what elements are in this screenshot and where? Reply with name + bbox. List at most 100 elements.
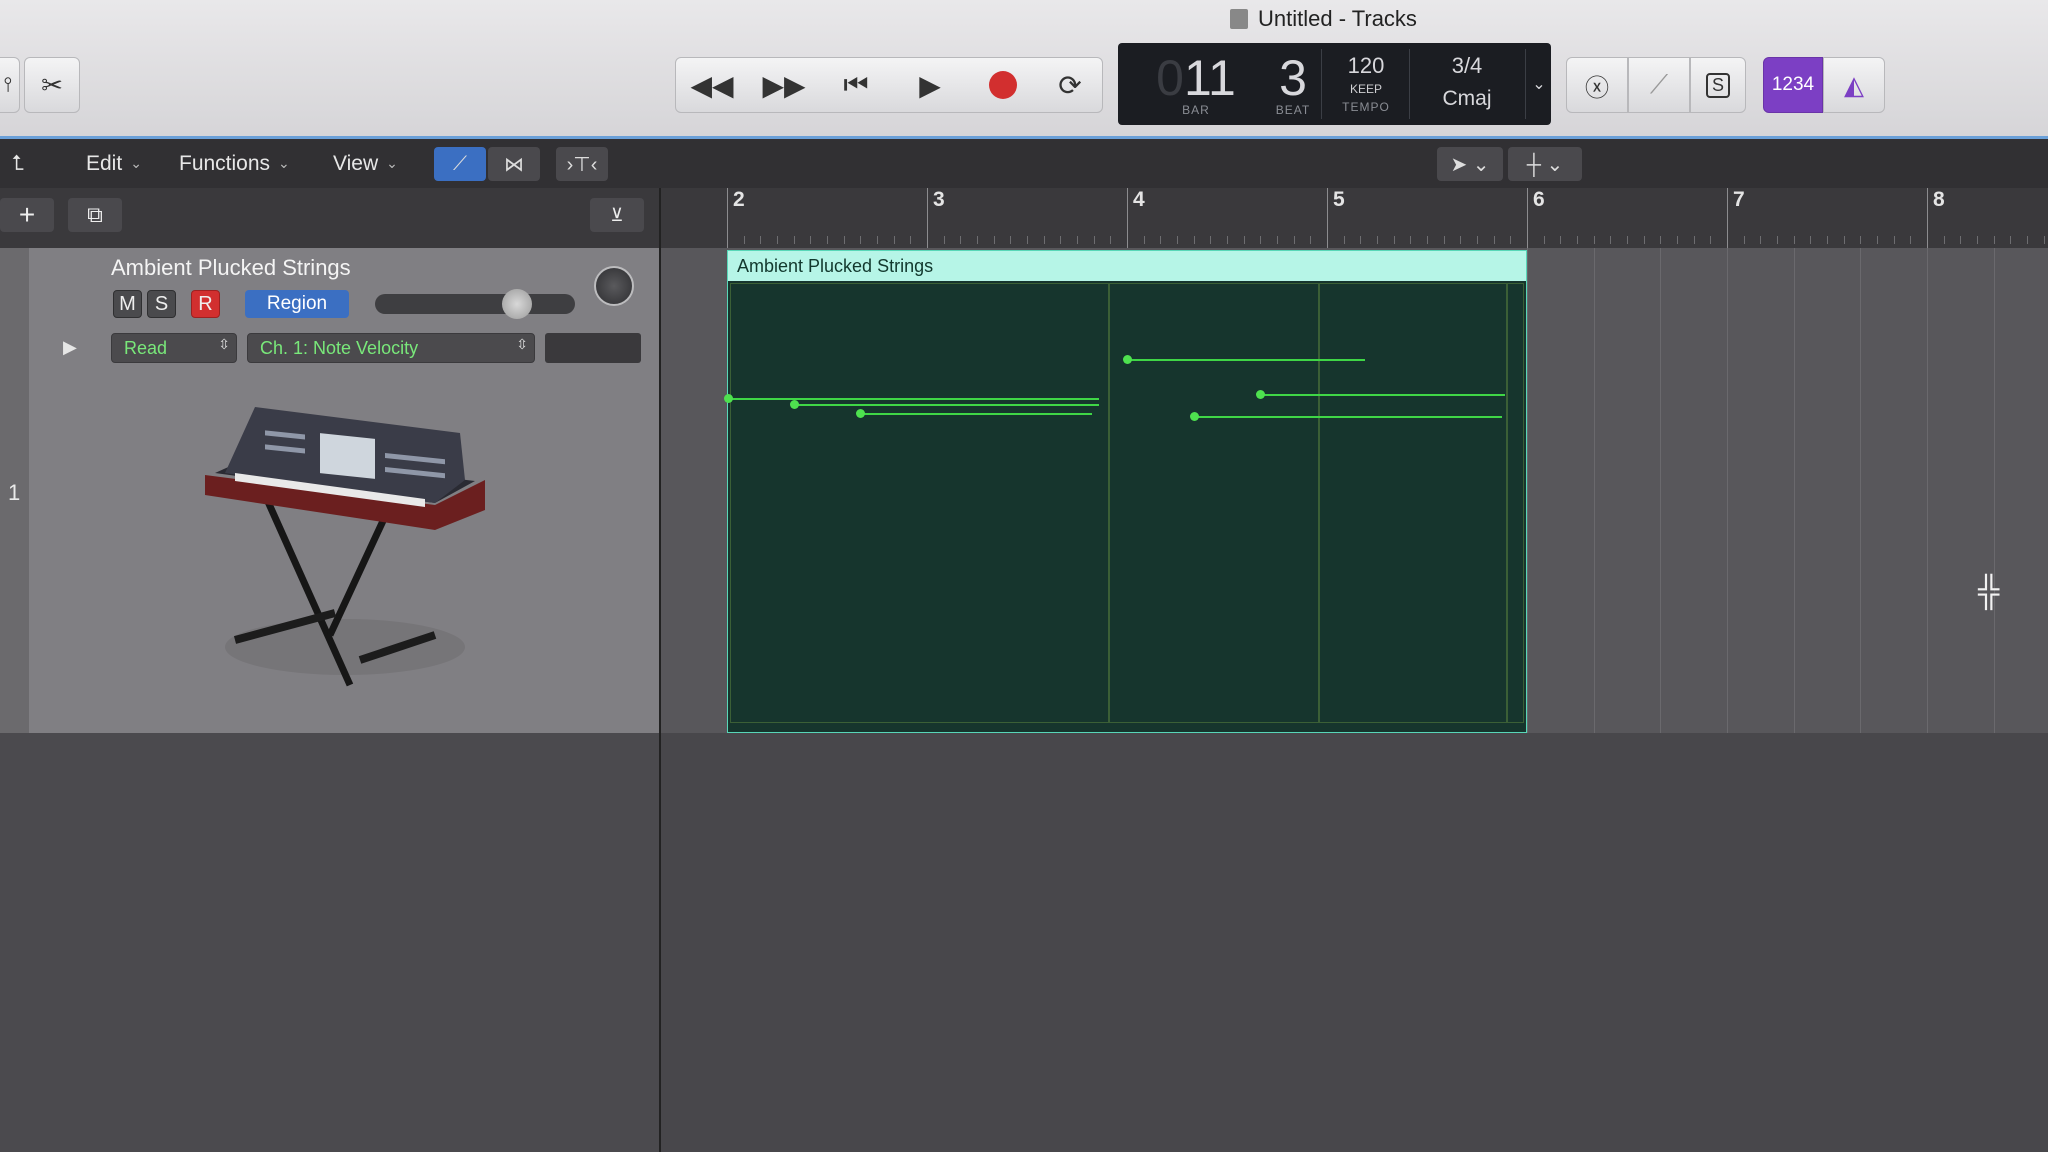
ruler-tick xyxy=(793,236,795,244)
velocity-line[interactable] xyxy=(1127,359,1365,361)
secondary-tool-menu[interactable]: ┼ ⌄ xyxy=(1508,147,1582,181)
chevron-down-icon: ⌄ xyxy=(1532,76,1546,93)
functions-menu[interactable]: Functions ⌄ xyxy=(179,139,290,188)
solo-mode-button[interactable]: S xyxy=(1690,57,1746,113)
empty-track-header-area[interactable] xyxy=(0,733,659,1152)
track-name[interactable]: Ambient Plucked Strings xyxy=(111,255,351,281)
velocity-line[interactable] xyxy=(860,413,1092,415)
automation-parameter-select[interactable]: Ch. 1: Note Velocity ⇳ xyxy=(247,333,535,363)
ruler-tick xyxy=(843,236,845,244)
ruler-tick xyxy=(1693,236,1695,244)
ruler-tick xyxy=(1043,236,1045,244)
ruler-bar-number: 8 xyxy=(1933,188,1945,211)
count-in-button[interactable]: 1234 xyxy=(1763,57,1823,113)
ruler-tick xyxy=(1977,236,1978,244)
ruler-tick xyxy=(1227,236,1228,244)
global-tracks-button[interactable]: ⊻ xyxy=(590,198,644,232)
ruler-bar-line xyxy=(1327,188,1328,248)
crosshair-cursor-icon: ╬ xyxy=(1978,575,2000,608)
ruler-tick xyxy=(1560,236,1562,244)
ruler-tick xyxy=(1410,236,1412,244)
ruler-tick xyxy=(1910,236,1912,244)
ruler-tick xyxy=(1793,236,1795,244)
lcd-dropdown[interactable]: ⌄ xyxy=(1528,43,1550,125)
automation-button[interactable]: ⟋ xyxy=(434,147,486,181)
document-icon xyxy=(1230,9,1248,29)
region-button[interactable]: Region xyxy=(245,290,349,318)
transport-controls: ◀◀ ▶▶ ⏮ ▶ ⟳ xyxy=(675,57,1103,113)
region-title[interactable]: Ambient Plucked Strings xyxy=(728,251,1526,281)
ruler-tick xyxy=(1460,236,1462,244)
catch-icon: ›⊤‹ xyxy=(566,153,598,176)
tempo-value: 120 xyxy=(1347,53,1385,78)
edit-menu[interactable]: Edit ⌄ xyxy=(86,139,142,188)
bar-ruler[interactable]: 2 3 4 5 6 7 8 xyxy=(660,188,2048,248)
ruler-tick xyxy=(1443,236,1445,244)
functions-menu-label: Functions xyxy=(179,151,271,175)
duplicate-track-button[interactable]: ⧉ xyxy=(68,198,122,232)
ruler-tick xyxy=(1360,236,1362,244)
ruler-tick xyxy=(1427,236,1428,244)
solo-button[interactable]: S xyxy=(147,290,176,318)
rewind-button[interactable]: ◀◀ xyxy=(676,58,748,112)
pan-knob[interactable] xyxy=(594,266,634,306)
velocity-point[interactable] xyxy=(856,409,865,418)
catch-button[interactable]: ›⊤‹ xyxy=(556,147,608,181)
signature-value: 3/4 xyxy=(1451,53,1483,78)
automation-value-box[interactable] xyxy=(545,333,641,363)
ruler-bar-number: 5 xyxy=(1333,188,1345,211)
ruler-tick xyxy=(1343,236,1345,244)
fast-forward-button[interactable]: ▶▶ xyxy=(748,58,820,112)
velocity-point[interactable] xyxy=(1256,390,1265,399)
ruler-tick xyxy=(1810,236,1812,244)
ruler-bar-number: 3 xyxy=(933,188,945,211)
volume-fader[interactable] xyxy=(375,294,575,314)
record-enable-button[interactable]: R xyxy=(191,290,220,318)
library-button[interactable]: ⫯ xyxy=(0,57,20,113)
record-button[interactable] xyxy=(967,58,1039,112)
ruler-tick xyxy=(1393,236,1395,244)
velocity-line[interactable] xyxy=(1260,394,1505,396)
velocity-line[interactable] xyxy=(1194,416,1502,418)
ruler-tick xyxy=(1110,236,1112,244)
view-menu[interactable]: View ⌄ xyxy=(333,139,398,188)
ruler-tick xyxy=(1760,236,1762,244)
ruler-tick xyxy=(1610,236,1612,244)
tuner-button[interactable]: ⟋ xyxy=(1628,57,1690,113)
velocity-line[interactable] xyxy=(794,404,1099,406)
chevron-down-icon: ⌄ xyxy=(278,155,290,171)
flex-button[interactable]: ⋈ xyxy=(488,147,540,181)
ruler-tick xyxy=(760,236,762,244)
beat-grid-line xyxy=(1793,248,1795,733)
go-to-beginning-button[interactable]: ⏮ xyxy=(820,58,892,112)
lcd-display[interactable]: 011 BAR 3 BEAT 120 KEEP TEMPO 3/4 Cmaj ⌄ xyxy=(1118,43,1551,125)
ruler-tick xyxy=(1210,236,1212,244)
track-number: 1 xyxy=(8,480,21,505)
ruler-bar-line xyxy=(927,188,928,248)
scissors-button[interactable]: ✂ xyxy=(24,57,80,113)
velocity-point[interactable] xyxy=(1123,355,1132,364)
velocity-line[interactable] xyxy=(728,398,1099,400)
automation-mode-select[interactable]: Read ⇳ xyxy=(111,333,237,363)
mute-button[interactable]: M xyxy=(113,290,142,318)
velocity-point[interactable] xyxy=(1190,412,1199,421)
back-arrow-icon: ⮤ xyxy=(12,151,25,175)
ruler-tick xyxy=(1943,236,1945,244)
beat-grid-line xyxy=(1527,248,1528,733)
replace-button[interactable]: ⓧ xyxy=(1566,57,1628,113)
play-button[interactable]: ▶ xyxy=(894,58,966,112)
pointer-tool-menu[interactable]: ➤ ⌄ xyxy=(1437,147,1503,181)
region-note-area xyxy=(1318,283,1508,723)
metronome-button[interactable]: ◭ xyxy=(1823,57,1885,113)
disclosure-triangle-icon[interactable]: ▶ xyxy=(63,337,77,358)
velocity-point[interactable] xyxy=(790,400,799,409)
close-circle-icon: ⓧ xyxy=(1585,74,1609,102)
cycle-button[interactable]: ⟳ xyxy=(1034,58,1106,112)
ruler-tick xyxy=(1143,236,1145,244)
back-button[interactable]: ⮤ xyxy=(12,139,24,188)
ruler-tick xyxy=(877,236,878,244)
add-track-button[interactable]: + xyxy=(0,198,54,232)
velocity-point[interactable] xyxy=(724,394,733,403)
ruler-bar-line xyxy=(1527,188,1528,248)
volume-fader-knob[interactable] xyxy=(502,289,532,319)
